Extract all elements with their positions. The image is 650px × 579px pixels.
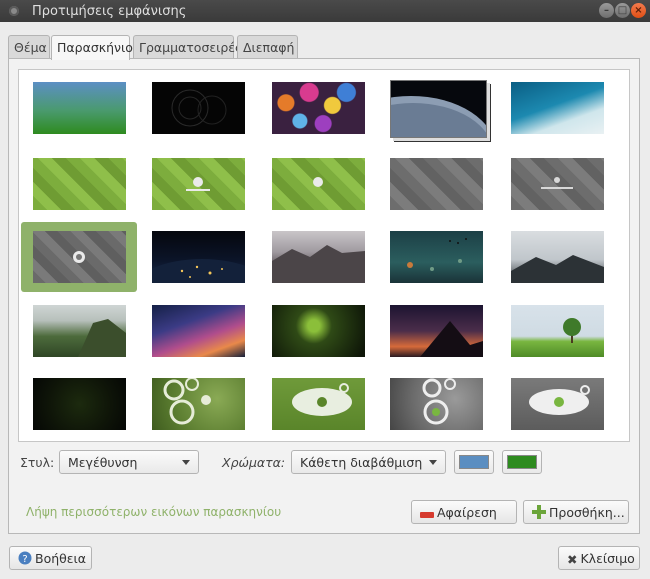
wallpaper-thumb-dark-green[interactable] [33, 378, 126, 430]
wallpaper-thumb-planet-earth[interactable] [390, 80, 487, 138]
wallpaper-thumb-bokeh[interactable] [272, 82, 365, 134]
style-label: Στυλ: [20, 455, 55, 470]
wallpaper-thumb-grey-cubes-logo[interactable] [511, 158, 604, 210]
wallpaper-thumb-green-highlands[interactable] [33, 305, 126, 357]
app-icon [9, 6, 19, 16]
add-button[interactable]: Προσθήκη... [523, 500, 629, 524]
wallpaper-thumb-ocean-waves[interactable] [511, 82, 604, 134]
wallpaper-thumb-rainy-window[interactable] [390, 231, 483, 283]
chevron-down-icon [182, 460, 190, 465]
close-x-icon: ✖ [567, 552, 578, 567]
wallpaper-thumb-dark-circles[interactable] [152, 82, 245, 134]
wallpaper-thumb-green-circles-splash[interactable] [272, 378, 365, 430]
add-button-label: Προσθήκη... [549, 505, 625, 520]
svg-text:?: ? [22, 554, 27, 565]
wallpaper-thumb-yosemite[interactable] [272, 231, 365, 283]
close-button[interactable]: ✖ Κλείσιμο [558, 546, 640, 570]
wallpaper-thumb-grey-cubes-mate-selected[interactable] [33, 231, 126, 283]
window-title: Προτιμήσεις εμφάνισης [32, 4, 187, 19]
wallpaper-thumb-green-circles-left[interactable] [152, 378, 245, 430]
get-more-backgrounds-link[interactable]: Λήψη περισσότερων εικόνων παρασκηνίου [26, 505, 281, 519]
style-dropdown[interactable]: Μεγέθυνση [59, 450, 199, 474]
close-icon[interactable]: × [631, 3, 646, 18]
wallpaper-thumb-purple-sunset[interactable] [390, 305, 483, 357]
tab-theme[interactable]: Θέμα [8, 35, 50, 59]
colors-label: Χρώματα: [222, 455, 286, 470]
chevron-down-icon [429, 460, 437, 465]
wallpaper-thumb-blue-green-gradient[interactable] [33, 82, 126, 134]
secondary-color-swatch [507, 455, 537, 469]
wallpaper-thumb-grey-cubes[interactable] [390, 158, 483, 210]
secondary-color-button[interactable] [502, 450, 542, 474]
wallpaper-thumb-lone-tree[interactable] [511, 305, 604, 357]
primary-color-button[interactable] [454, 450, 494, 474]
colors-dropdown[interactable]: Κάθετη διαβάθμιση [291, 450, 446, 474]
primary-color-swatch [459, 455, 489, 469]
wallpaper-thumb-earth-night[interactable] [152, 231, 245, 283]
help-button[interactable]: ? Βοήθεια [9, 546, 92, 570]
tab-background[interactable]: Παρασκήνιο [51, 35, 133, 60]
minus-icon [420, 506, 434, 521]
colors-dropdown-value: Κάθετη διαβάθμιση [300, 455, 423, 470]
wallpaper-thumb-misty-mountain[interactable] [511, 231, 604, 283]
wallpaper-thumb-green-cubes[interactable] [33, 158, 126, 210]
tab-fonts[interactable]: Γραμματοσειρές [133, 35, 242, 59]
close-button-label: Κλείσιμο [580, 551, 635, 566]
plus-icon [532, 505, 546, 522]
wallpaper-thumb-grey-circles-left[interactable] [390, 378, 483, 430]
tab-interface[interactable]: Διεπαφή [237, 35, 298, 59]
help-button-label: Βοήθεια [35, 551, 87, 566]
remove-button[interactable]: Αφαίρεση [411, 500, 517, 524]
title-bar: Προτιμήσεις εμφάνισης – □ × [0, 0, 650, 22]
style-dropdown-value: Μεγέθυνση [68, 455, 138, 470]
maximize-icon[interactable]: □ [615, 3, 630, 18]
wallpaper-thumb-grey-circles-splash[interactable] [511, 378, 604, 430]
wallpaper-thumb-milky-way[interactable] [152, 305, 245, 357]
wallpaper-thumb-green-swirl[interactable] [272, 305, 365, 357]
remove-button-label: Αφαίρεση [437, 505, 497, 520]
help-icon: ? [18, 551, 32, 568]
wallpaper-thumb-green-cubes-mate[interactable] [272, 158, 365, 210]
wallpaper-thumb-green-cubes-logo[interactable] [152, 158, 245, 210]
minimize-icon[interactable]: – [599, 3, 614, 18]
